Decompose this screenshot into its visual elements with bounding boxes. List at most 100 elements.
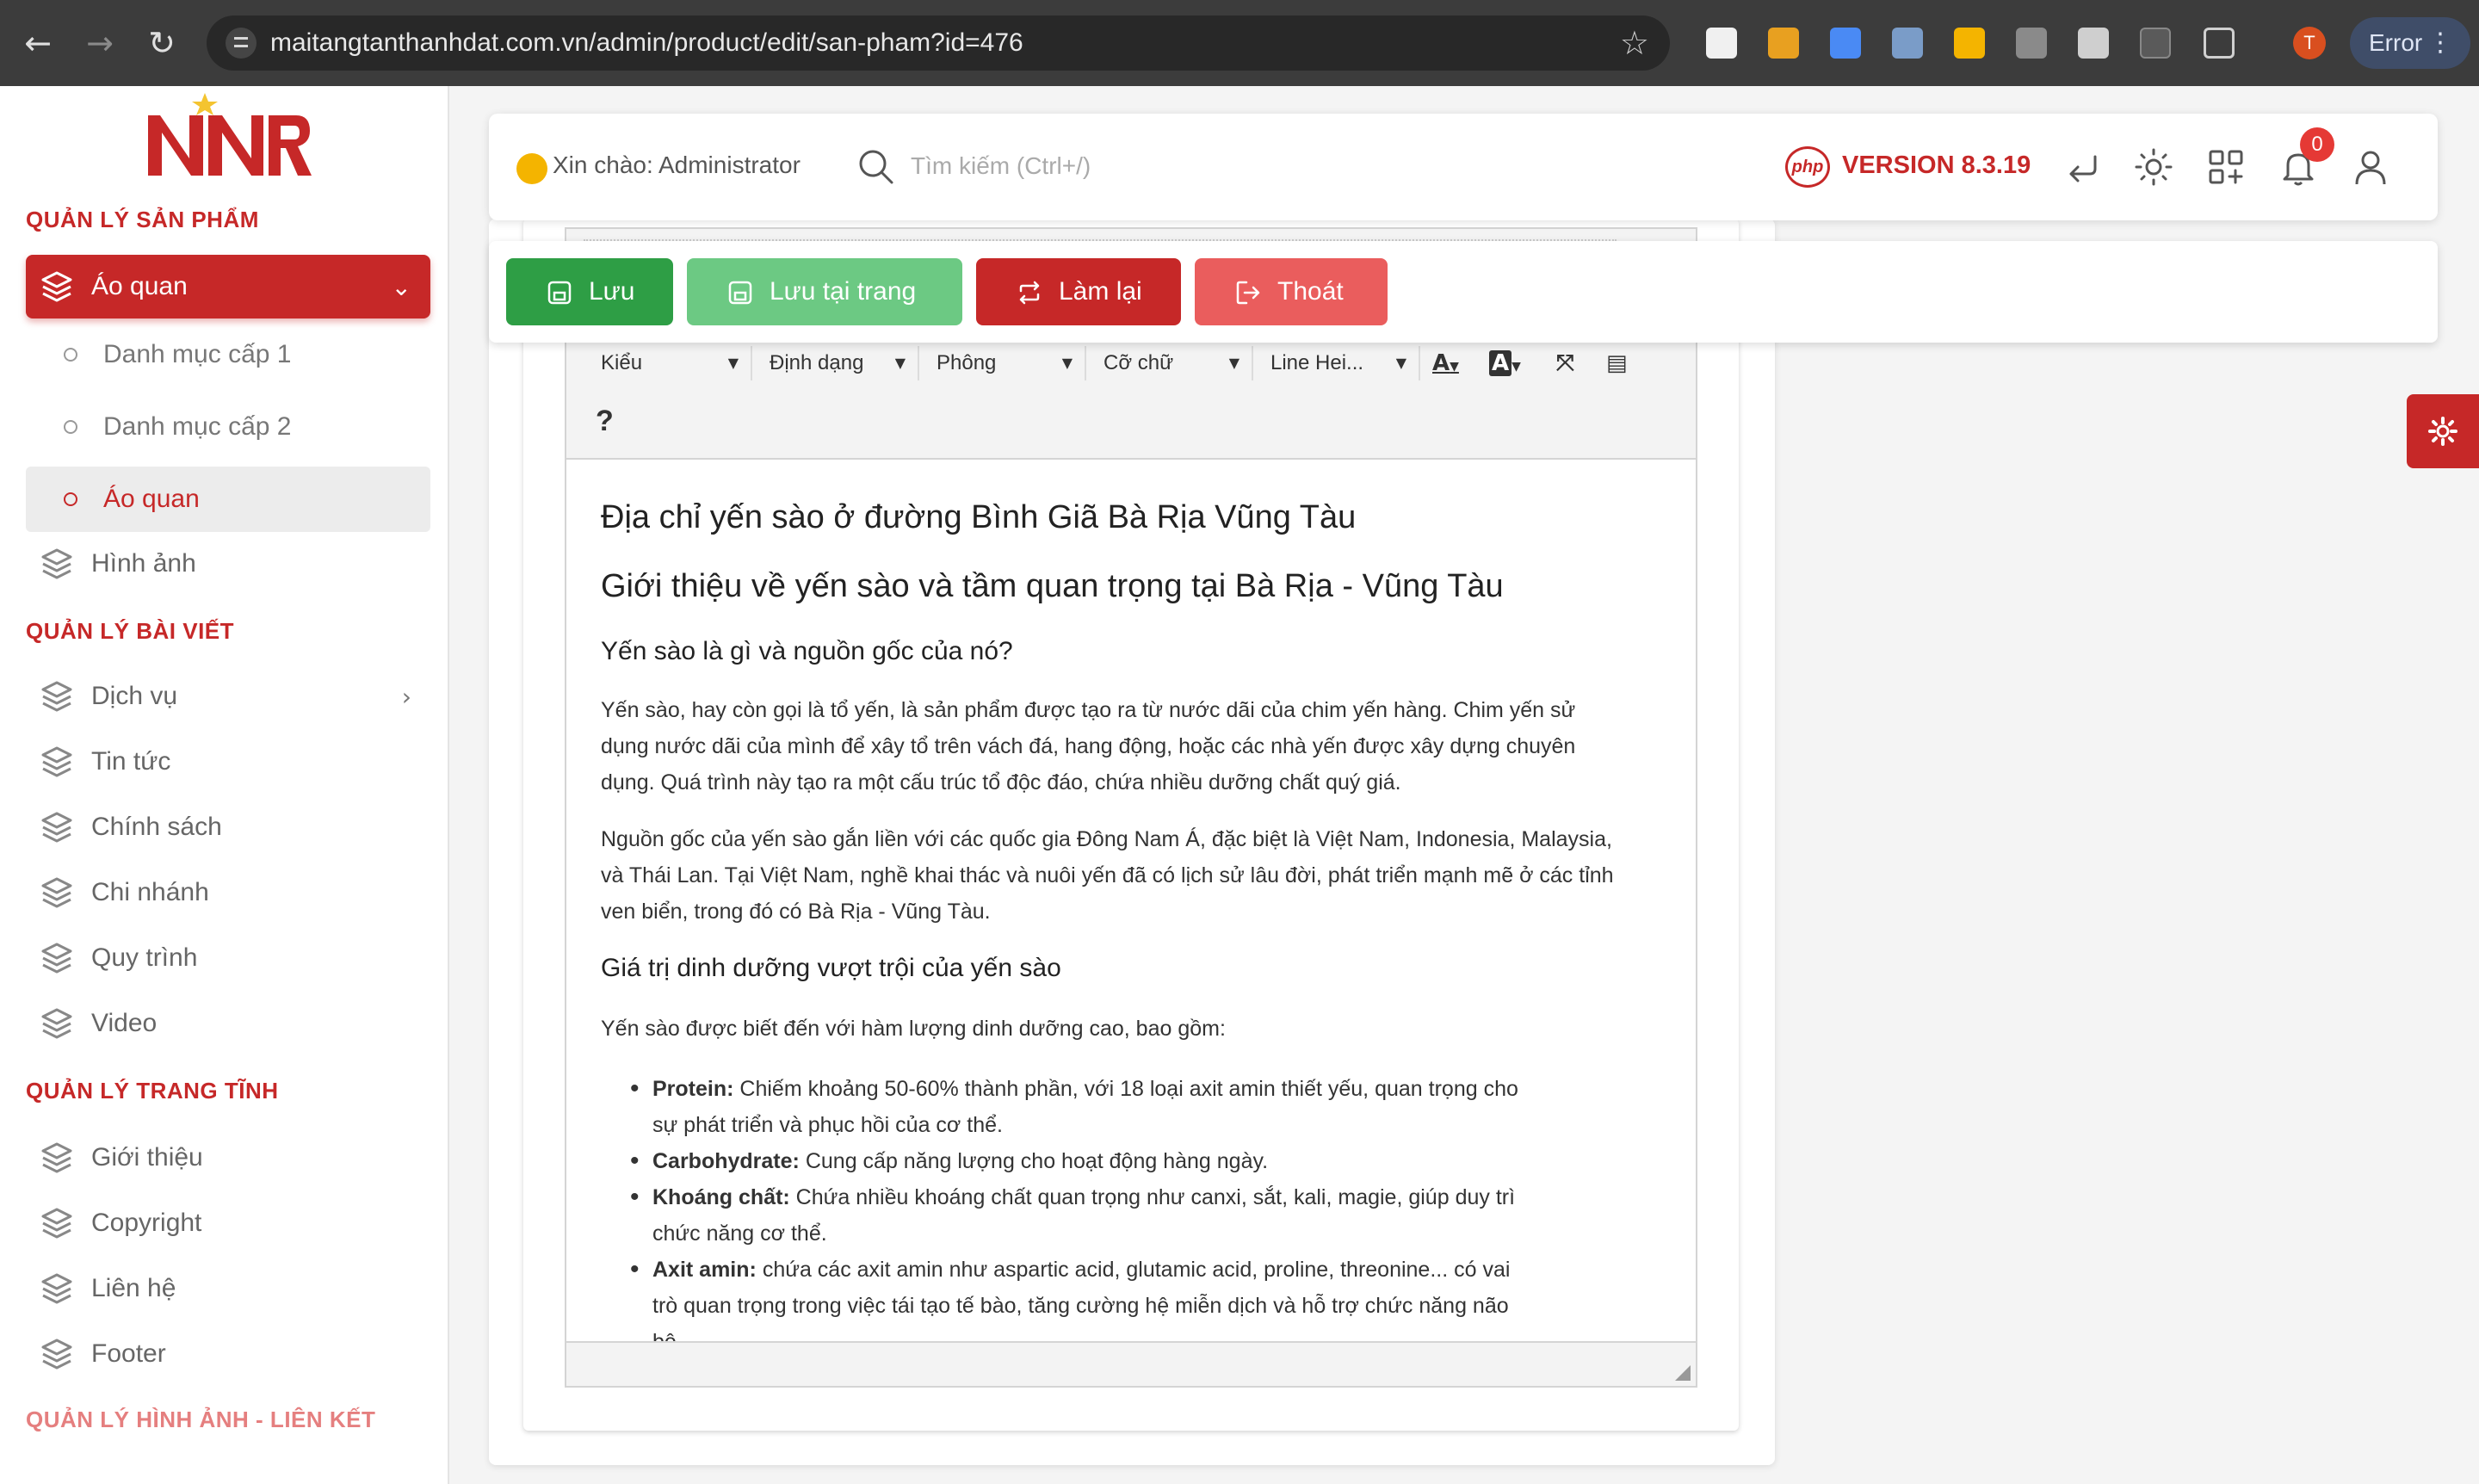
font-size-dropdown[interactable]: Cỡ chữ ▼: [1086, 346, 1253, 380]
sidebar-item-lien-he[interactable]: Liên hệ: [26, 1257, 430, 1320]
site-settings-icon[interactable]: [226, 28, 257, 59]
format-dropdown[interactable]: Định dạng ▼: [752, 346, 919, 380]
sidebar-item-ao-quan[interactable]: Áo quan ⌄: [26, 255, 430, 318]
circle-icon: [64, 492, 77, 506]
resize-handle[interactable]: [1675, 1365, 1691, 1381]
save-stay-button[interactable]: Lưu tại trang: [687, 258, 962, 325]
sidebar-subitem-ao-quan[interactable]: Áo quan: [26, 467, 430, 532]
search-icon[interactable]: [856, 146, 897, 188]
star-icon[interactable]: ☆: [1620, 24, 1649, 62]
logo: [148, 93, 312, 176]
layers-icon: [41, 1339, 72, 1370]
circle-icon: [64, 348, 77, 362]
sun-icon[interactable]: [2133, 146, 2174, 188]
error-button[interactable]: Error ⋮: [2350, 17, 2470, 69]
list-text: Chiếm khoảng 50-60% thành phần, với 18 l…: [739, 1077, 1518, 1101]
content-heading-3: Yến sào là gì và nguồn gốc của nó?: [601, 637, 1013, 665]
layers-icon: [41, 271, 72, 302]
apps-grid-icon[interactable]: [2205, 146, 2247, 188]
save-label: Lưu: [589, 277, 635, 306]
dropdown-label: Kiểu: [601, 351, 643, 374]
sidebar-subitem-label: Áo quan: [103, 485, 200, 513]
sidebar-subitem-danh-muc-2[interactable]: Danh mục cấp 2: [26, 394, 430, 460]
layers-icon: [41, 681, 72, 712]
caret-down-icon: ▼: [1395, 355, 1406, 371]
line-height-dropdown[interactable]: Line Hei... ▼: [1253, 346, 1420, 380]
content-paragraph: Nguồn gốc của yến sào gắn liền với các q…: [601, 827, 1612, 851]
sidebar-item-dich-vu[interactable]: Dịch vụ ›: [26, 665, 430, 728]
sidebar-item-tin-tuc[interactable]: Tin tức: [26, 730, 430, 794]
content-heading-2: Giới thiệu về yến sào và tầm quan trọng …: [601, 568, 1504, 604]
show-blocks-icon[interactable]: ▤: [1606, 346, 1628, 380]
layers-icon: [41, 746, 72, 777]
version-label: VERSION 8.3.19: [1842, 151, 2031, 179]
sidebar-subitem-danh-muc-1[interactable]: Danh mục cấp 1: [26, 322, 430, 387]
list-text: Chứa nhiều khoáng chất quan trọng như ca…: [795, 1185, 1516, 1209]
sidebar-item-label: Chi nhánh: [91, 878, 209, 906]
extension-icon[interactable]: [1892, 28, 1923, 59]
rich-text-editor[interactable]: Kiểu ▼ Định dạng ▼ Phông ▼ Cỡ chữ ▼ Line Hei…: [565, 227, 1697, 1388]
extension-icon[interactable]: [1768, 28, 1799, 59]
layers-icon: [41, 1142, 72, 1173]
font-dropdown[interactable]: Phông ▼: [919, 346, 1086, 380]
forward-arrow-icon[interactable]: →: [83, 26, 117, 60]
layers-icon: [41, 877, 72, 908]
sidebar-item-quy-trinh[interactable]: Quy trình: [26, 926, 430, 990]
list-text: chứa các axit amin như aspartic acid, gl…: [762, 1258, 1511, 1282]
sidebar: QUẢN LÝ SẢN PHẨM Áo quan ⌄ Danh mục cấp …: [0, 86, 449, 1484]
list-item: Protein: Chiếm khoảng 50-60% thành phần,…: [630, 1071, 1556, 1107]
browser-menu-icon[interactable]: ⋮: [2427, 17, 2453, 69]
layers-icon: [41, 548, 72, 579]
sidebar-item-hinh-anh[interactable]: Hình ảnh: [26, 532, 430, 596]
list-text: Cung cấp năng lượng cho hoạt động hàng n…: [805, 1149, 1269, 1173]
extension-icon[interactable]: [1706, 28, 1737, 59]
layers-icon: [41, 1208, 72, 1239]
sidebar-item-copyright[interactable]: Copyright: [26, 1191, 430, 1255]
extension-icon[interactable]: [2140, 28, 2171, 59]
list-item: Axit amin: chứa các axit amin như aspart…: [630, 1252, 1556, 1288]
layers-icon: [41, 1008, 72, 1039]
extension-icon[interactable]: [2016, 28, 2047, 59]
user-icon[interactable]: [2350, 146, 2391, 188]
sidebar-item-video[interactable]: Video: [26, 992, 430, 1055]
style-dropdown[interactable]: Kiểu ▼: [584, 346, 752, 380]
maximize-icon[interactable]: ⤧: [1556, 346, 1574, 380]
list-item-cont: sự phát triển và phục hồi của cơ thể.: [652, 1107, 1556, 1143]
sun-face-icon: [516, 153, 547, 184]
sidebar-item-chinh-sach[interactable]: Chính sách: [26, 795, 430, 859]
save-button[interactable]: Lưu: [506, 258, 673, 325]
background-color-icon[interactable]: A ▼: [1489, 346, 1521, 380]
exit-button[interactable]: Thoát: [1195, 258, 1388, 325]
settings-panel-toggle[interactable]: [2407, 394, 2479, 468]
caret-down-icon: ▼: [1228, 355, 1240, 371]
list-item-cont: bộ.: [652, 1324, 1556, 1341]
reset-button[interactable]: Làm lại: [976, 258, 1181, 325]
sidebar-item-label: Dịch vụ: [91, 682, 178, 710]
return-icon[interactable]: [2061, 146, 2102, 188]
list-term: Khoáng chất:: [652, 1185, 790, 1209]
sidebar-item-gioi-thieu[interactable]: Giới thiệu: [26, 1126, 430, 1190]
caret-down-icon: ▼: [1061, 355, 1073, 371]
extension-icon[interactable]: [1830, 28, 1861, 59]
logout-icon: [1236, 281, 1260, 305]
sidebar-item-chi-nhanh[interactable]: Chi nhánh: [26, 861, 430, 924]
help-icon[interactable]: ?: [596, 405, 614, 438]
sidebar-item-footer[interactable]: Footer: [26, 1322, 430, 1386]
text-color-icon[interactable]: A▼: [1432, 346, 1459, 380]
search-input[interactable]: [911, 145, 1341, 188]
url-text[interactable]: maitangtanthanhdat.com.vn/admin/product/…: [270, 15, 1023, 71]
extension-icon[interactable]: [1954, 28, 1985, 59]
greeting: Xin chào: Administrator: [553, 151, 801, 178]
extension-icon[interactable]: [2078, 28, 2109, 59]
layers-icon: [41, 943, 72, 974]
reload-icon[interactable]: ↻: [145, 26, 179, 60]
address-bar[interactable]: maitangtanthanhdat.com.vn/admin/product/…: [207, 15, 1670, 71]
profile-avatar[interactable]: T: [2293, 27, 2326, 59]
notification-badge: 0: [2300, 127, 2334, 162]
extensions-puzzle-icon[interactable]: [2204, 28, 2235, 59]
back-arrow-icon[interactable]: ←: [21, 26, 55, 60]
content-paragraph: Yến sào được biết đến với hàm lượng dinh…: [601, 1017, 1226, 1041]
content-paragraph: và Thái Lan. Tại Việt Nam, nghề khai thá…: [601, 863, 1614, 887]
reset-label: Làm lại: [1059, 277, 1142, 306]
editor-content[interactable]: Địa chỉ yến sào ở đường Bình Giã Bà Rịa …: [601, 480, 1665, 1341]
